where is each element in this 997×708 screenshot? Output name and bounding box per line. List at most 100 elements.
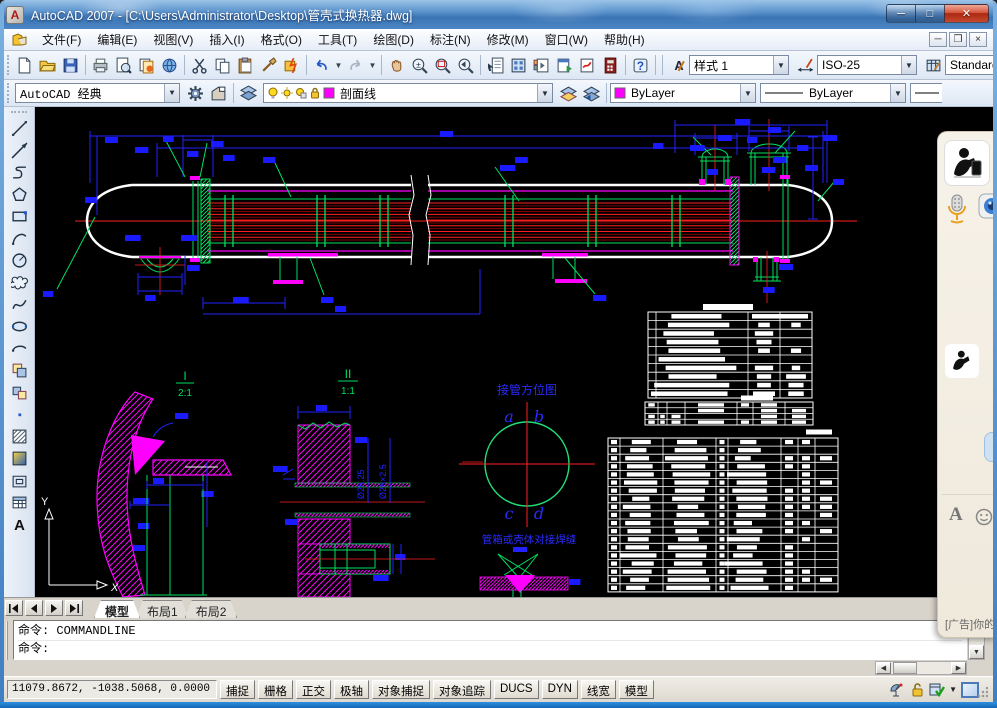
publish-button[interactable] xyxy=(135,54,158,77)
designcenter-button[interactable] xyxy=(507,54,530,77)
toggle-model-space[interactable]: 模型 xyxy=(619,680,654,699)
zoom-previous-button[interactable] xyxy=(454,54,477,77)
save-button[interactable] xyxy=(59,54,82,77)
zoom-window-button[interactable] xyxy=(431,54,454,77)
menu-tools[interactable]: 工具(T) xyxy=(310,28,365,51)
menu-edit[interactable]: 编辑(E) xyxy=(89,28,145,51)
revcloud-tool[interactable] xyxy=(8,271,31,293)
scroll-left-button[interactable]: ◀ xyxy=(876,662,891,674)
command-horizontal-scrollbar[interactable]: ◀ ▶ xyxy=(875,661,967,675)
cut-button[interactable] xyxy=(188,54,211,77)
tool-palettes-button[interactable] xyxy=(530,54,553,77)
properties-button[interactable] xyxy=(484,54,507,77)
polygon-tool[interactable] xyxy=(8,183,31,205)
toggle-grid[interactable]: 栅格 xyxy=(258,680,293,699)
menu-insert[interactable]: 插入(I) xyxy=(201,28,252,51)
close-button[interactable]: ✕ xyxy=(944,4,989,23)
redo-dropdown[interactable]: ▼ xyxy=(367,54,378,77)
command-input-area[interactable]: 命令: COMMANDLINE 命令: xyxy=(13,620,967,660)
tab-layout1[interactable]: 布局1 xyxy=(136,600,189,618)
make-layer-current-button[interactable] xyxy=(557,82,580,105)
tray-dropdown-arrow[interactable]: ▼ xyxy=(949,685,957,694)
mdi-close-button[interactable]: × xyxy=(969,32,987,47)
workspace-settings-button[interactable] xyxy=(184,82,207,105)
mtext-tool[interactable]: A xyxy=(8,513,31,535)
drawing-area[interactable]: I 2:1 Y X xyxy=(35,107,993,597)
circle-tool[interactable] xyxy=(8,249,31,271)
tab-last-button[interactable] xyxy=(65,600,83,616)
menu-file[interactable]: 文件(F) xyxy=(34,28,89,51)
help-button[interactable]: ? xyxy=(629,54,652,77)
open-button[interactable] xyxy=(36,54,59,77)
plot-button[interactable] xyxy=(89,54,112,77)
sheetset-button[interactable] xyxy=(553,54,576,77)
menu-draw[interactable]: 绘图(D) xyxy=(365,28,422,51)
menu-dimension[interactable]: 标注(N) xyxy=(422,28,479,51)
mdi-restore-button[interactable]: ❒ xyxy=(949,32,967,47)
table-style-combo[interactable]: Standard xyxy=(945,55,997,75)
redo-button[interactable] xyxy=(344,54,367,77)
construction-line-tool[interactable] xyxy=(8,139,31,161)
text-style-button[interactable]: A xyxy=(666,54,689,77)
undo-button[interactable] xyxy=(310,54,333,77)
toggle-lineweight[interactable]: 线宽 xyxy=(581,680,616,699)
toggle-osnap[interactable]: 对象捕捉 xyxy=(372,680,430,699)
quickcalc-button[interactable] xyxy=(599,54,622,77)
microphone-icon[interactable] xyxy=(946,194,968,224)
tab-prev-button[interactable] xyxy=(25,600,43,616)
paste-button[interactable] xyxy=(234,54,257,77)
region-tool[interactable] xyxy=(8,469,31,491)
ellipse-arc-tool[interactable] xyxy=(8,337,31,359)
menu-help[interactable]: 帮助(H) xyxy=(596,28,653,51)
plot-preview-button[interactable] xyxy=(112,54,135,77)
tab-next-button[interactable] xyxy=(45,600,63,616)
tab-first-button[interactable] xyxy=(5,600,23,616)
tab-layout2[interactable]: 布局2 xyxy=(185,600,238,618)
resize-grip[interactable] xyxy=(976,687,988,699)
presenter-avatar[interactable] xyxy=(944,140,990,186)
toggle-otrack[interactable]: 对象追踪 xyxy=(433,680,491,699)
linetype-combo[interactable]: ByLayer▼ xyxy=(760,83,906,103)
layer-properties-button[interactable] xyxy=(237,82,260,105)
3d-dwf-button[interactable] xyxy=(158,54,181,77)
color-combo[interactable]: ByLayer▼ xyxy=(610,83,756,103)
table-tool[interactable] xyxy=(8,491,31,513)
toggle-ortho[interactable]: 正交 xyxy=(296,680,331,699)
zoom-realtime-button[interactable]: ± xyxy=(408,54,431,77)
scroll-right-button[interactable]: ▶ xyxy=(951,662,966,674)
menu-view[interactable]: 视图(V) xyxy=(145,28,201,51)
coordinate-display[interactable]: 11079.8672, -1038.5068, 0.0000 xyxy=(7,680,217,699)
arc-tool[interactable] xyxy=(8,227,31,249)
scroll-thumb[interactable] xyxy=(893,662,917,674)
viewer-avatar[interactable] xyxy=(945,344,979,378)
copy-button[interactable] xyxy=(211,54,234,77)
layer-combo[interactable]: 剖面线 ▼ xyxy=(263,83,553,103)
minimize-button[interactable]: ─ xyxy=(886,4,915,23)
menu-window[interactable]: 窗口(W) xyxy=(537,28,596,51)
toggle-ducs[interactable]: DUCS xyxy=(494,680,539,699)
layer-previous-button[interactable] xyxy=(580,82,603,105)
toggle-polar[interactable]: 极轴 xyxy=(334,680,369,699)
menu-format[interactable]: 格式(O) xyxy=(253,28,310,51)
toolbar-lock-icon[interactable] xyxy=(909,682,925,698)
polyline-tool[interactable] xyxy=(8,161,31,183)
drawing-canvas[interactable]: I 2:1 Y X xyxy=(35,107,993,597)
gradient-tool[interactable] xyxy=(8,447,31,469)
toggle-snap[interactable]: 捕捉 xyxy=(220,680,255,699)
command-window-grip[interactable] xyxy=(6,621,10,660)
dim-style-button[interactable] xyxy=(794,54,817,77)
match-properties-button[interactable] xyxy=(257,54,280,77)
tab-model[interactable]: 模型 xyxy=(94,600,140,618)
dim-style-combo[interactable]: ISO-25▼ xyxy=(817,55,917,75)
line-tool[interactable] xyxy=(8,117,31,139)
point-tool[interactable] xyxy=(8,403,31,425)
communication-center-icon[interactable] xyxy=(889,682,905,698)
hatch-tool[interactable] xyxy=(8,425,31,447)
workspace-combo[interactable]: AutoCAD 经典▼ xyxy=(15,83,180,103)
text-style-combo[interactable]: 样式 1▼ xyxy=(689,55,789,75)
my-workspace-button[interactable] xyxy=(207,82,230,105)
lineweight-combo[interactable] xyxy=(910,83,942,103)
ellipse-tool[interactable] xyxy=(8,315,31,337)
new-button[interactable] xyxy=(13,54,36,77)
markup-button[interactable] xyxy=(576,54,599,77)
